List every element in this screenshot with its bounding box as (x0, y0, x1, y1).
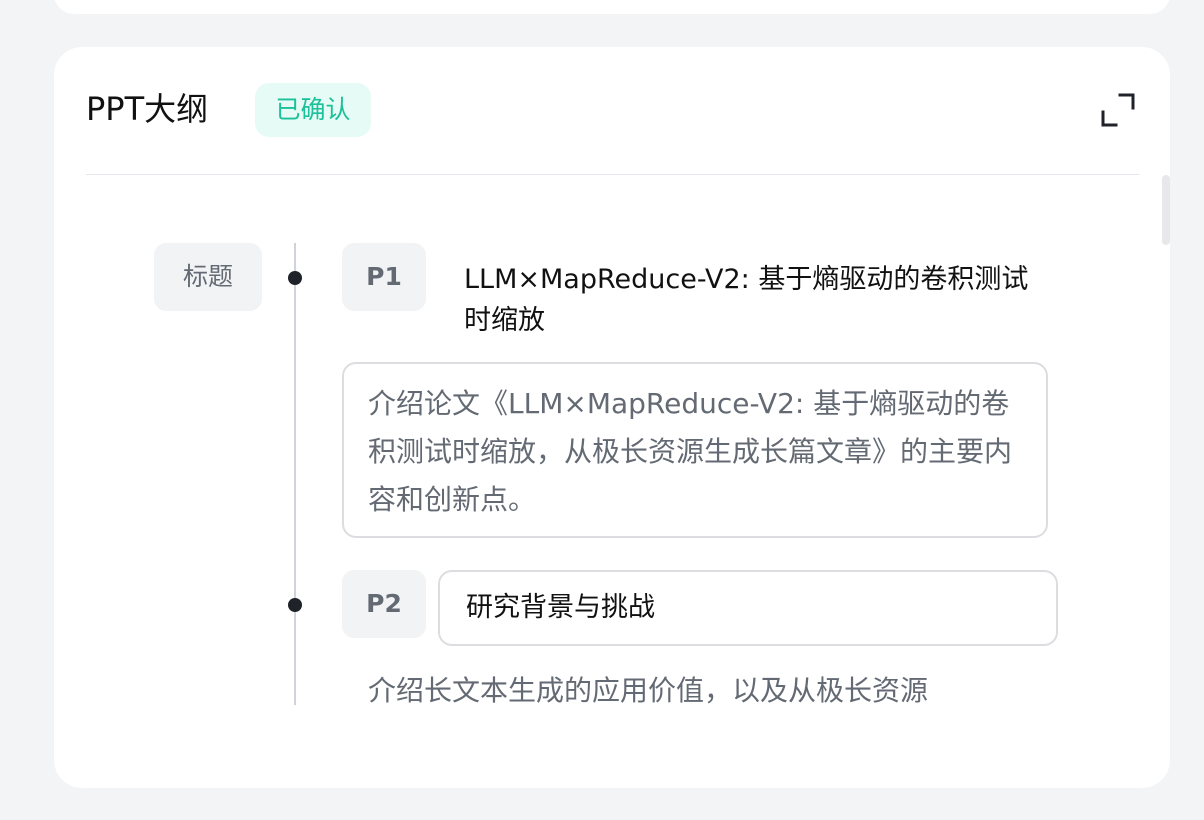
status-badge: 已确认 (255, 83, 371, 137)
slide-title-input-p2[interactable]: 研究背景与挑战 (438, 570, 1058, 646)
title-section-tag: 标题 (154, 243, 262, 311)
slide-description-p2[interactable]: 介绍长文本生成的应用价值，以及从极长资源 (368, 667, 1068, 708)
outline-body: 标题 P1 LLM×MapReduce-V2: 基于熵驱动的卷积测试时缩放 介绍… (54, 175, 1154, 708)
outline-title: PPT大纲 (86, 90, 209, 128)
slide-title-p1[interactable]: LLM×MapReduce-V2: 基于熵驱动的卷积测试时缩放 (464, 259, 1054, 341)
expand-icon[interactable] (1100, 92, 1136, 128)
slide-description-p1[interactable]: 介绍论文《LLM×MapReduce-V2: 基于熵驱动的卷积测试时缩放，从极长… (342, 362, 1048, 538)
page-tag-p2: P2 (342, 570, 426, 638)
timeline-line (294, 243, 296, 705)
timeline-dot-p1 (288, 271, 302, 285)
ppt-outline-card: PPT大纲 已确认 标题 P1 LLM×MapReduce-V2: 基于熵驱动的… (54, 47, 1170, 788)
page-tag-p1: P1 (342, 243, 426, 311)
scrollbar-thumb[interactable] (1162, 175, 1170, 245)
previous-card (54, 0, 1170, 14)
timeline-dot-p2 (288, 598, 302, 612)
